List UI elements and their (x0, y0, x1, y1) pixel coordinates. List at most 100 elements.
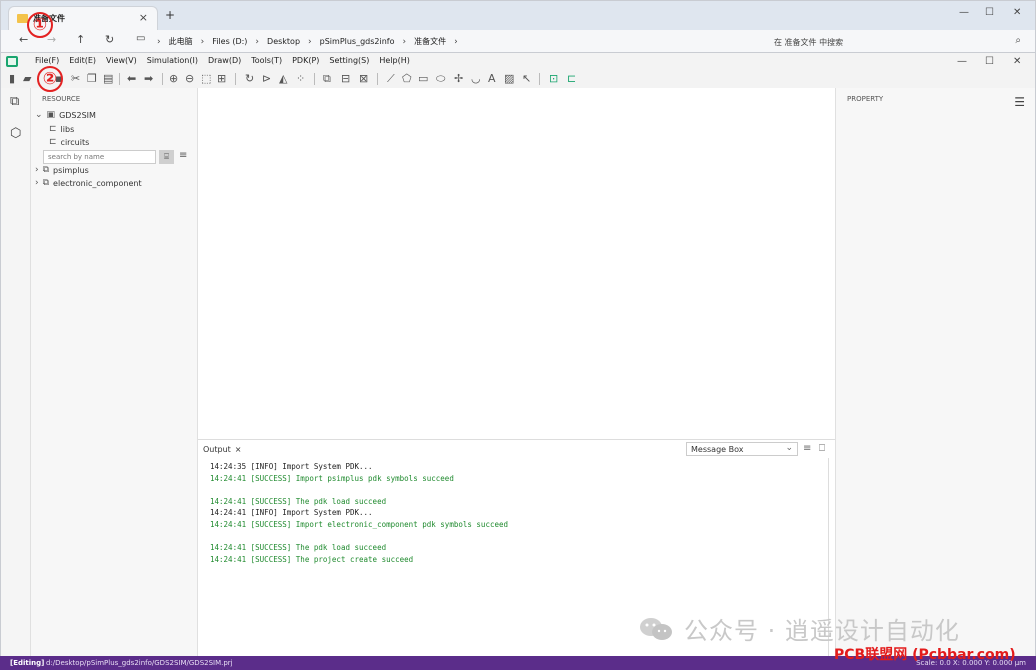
tree-folder-libs[interactable]: ⊏ libs (49, 124, 74, 134)
output-header: Output × Message Box ⌄ ≡ ⎕ (198, 440, 835, 458)
open-folder-icon[interactable]: ▰ (23, 72, 31, 85)
menu-view[interactable]: View(V) (106, 56, 137, 65)
draw-line-icon[interactable]: ⟋ (387, 72, 395, 86)
crumb-this-pc[interactable]: 此电脑 (169, 36, 193, 47)
library-icon: ⧉ (42, 165, 50, 175)
zoom-in-icon[interactable]: ⊕ (169, 72, 178, 85)
zoom-out-icon[interactable]: ⊖ (185, 72, 194, 85)
minimize-button[interactable]: — (959, 7, 969, 18)
files-icon[interactable]: ⧉ (10, 94, 19, 109)
project-icon: ▣ (46, 110, 56, 120)
crumb-project[interactable]: pSimPlus_gds2info (320, 37, 395, 46)
lock-icon[interactable]: ⎕ (819, 443, 825, 454)
menu-pdk[interactable]: PDK(P) (292, 56, 319, 65)
annotation-marker-2: ② (37, 66, 63, 92)
select-arrow-icon[interactable]: ↖ (522, 72, 531, 85)
chevron-down-icon: ⌄ (35, 110, 43, 120)
tab-output[interactable]: Output × (203, 445, 242, 454)
log-line: 14:24:41 [INFO] Import System PDK... (210, 508, 373, 518)
folder-outline-icon: ⊏ (49, 137, 57, 147)
menu-simulation[interactable]: Simulation(I) (147, 56, 198, 65)
text-icon[interactable]: A (488, 72, 496, 85)
rotate-icon[interactable]: ↻ (245, 72, 254, 85)
schematic-icon[interactable]: ⊟ (341, 72, 350, 85)
menu-file[interactable]: File(F) (35, 56, 59, 65)
copy-icon[interactable]: ❐ (87, 72, 97, 85)
menu-draw[interactable]: Draw(D) (208, 56, 241, 65)
draw-rectangle-icon[interactable]: ▭ (418, 72, 428, 85)
back-arrow-icon[interactable]: ← (19, 33, 28, 46)
explorer-tabbar: 准备文件 × + — ☐ ✕ (0, 0, 1036, 31)
draw-arc-icon[interactable]: ◡ (471, 72, 481, 85)
chevron-right-icon: › (35, 178, 39, 188)
resource-title: RESOURCE (42, 95, 81, 103)
close-icon[interactable]: × (235, 445, 242, 454)
property-list-icon[interactable]: ☰ (1014, 95, 1025, 109)
wechat-icon (640, 618, 672, 640)
pin-icon[interactable]: ✢ (454, 72, 463, 85)
new-tab-button[interactable]: + (165, 8, 175, 22)
close-window-button[interactable]: ✕ (1013, 7, 1021, 18)
cube-icon[interactable]: ⬡ (10, 126, 21, 141)
list-view-icon[interactable]: ≡ (179, 150, 187, 161)
explorer-address-bar: ← → ↑ ↻ ▭ › 此电脑 › Files (D:) › Desktop ›… (0, 30, 1036, 52)
fit-view-icon[interactable]: ⊞ (217, 72, 226, 85)
design-canvas[interactable] (198, 88, 835, 439)
app-maximize-button[interactable]: ☐ (985, 56, 994, 67)
symbol-icon[interactable]: ⧉ (323, 72, 331, 86)
cut-icon[interactable]: ✂ (71, 72, 80, 85)
tree-project[interactable]: ⌄ ▣ GDS2SIM (35, 110, 96, 120)
port-icon[interactable]: ⊏ (567, 72, 576, 85)
property-panel: PROPERTY ☰ (835, 88, 1035, 656)
library-icon: ⧉ (42, 178, 50, 188)
main-area: ⧉ ⬡ RESOURCE ⌄ ▣ GDS2SIM ⊏ libs ⊏ circui… (0, 88, 1036, 657)
app-menubar: File(F) Edit(E) View(V) Simulation(I) Dr… (0, 52, 1036, 70)
log-line: 14:24:41 [SUCCESS] Import electronic_com… (210, 519, 509, 529)
chevron-down-icon: ⌄ (785, 443, 793, 453)
app-close-button[interactable]: ✕ (1013, 56, 1021, 67)
annotation-marker-1: ① (27, 12, 53, 38)
menu-help[interactable]: Help(H) (379, 56, 410, 65)
crumb-drive[interactable]: Files (D:) (212, 37, 247, 46)
refresh-icon[interactable]: ↻ (105, 33, 114, 46)
search-icon: ⌕ (1015, 35, 1021, 46)
image-icon[interactable]: ▨ (504, 72, 514, 85)
resource-search-input[interactable]: search by name (43, 150, 156, 164)
log-line: 14:24:35 [INFO] Import System PDK... (210, 462, 373, 471)
tree-lib-electronic-component[interactable]: › ⧉ electronic_component (35, 178, 142, 188)
message-filter-select[interactable]: Message Box ⌄ (686, 442, 798, 456)
explorer-search-input[interactable]: 在 准备文件 中搜索 ⌕ (768, 33, 1029, 50)
app-minimize-button[interactable]: — (957, 56, 967, 67)
menu-edit[interactable]: Edit(E) (69, 56, 96, 65)
tree-folder-circuits[interactable]: ⊏ circuits (49, 137, 89, 147)
close-tab-icon[interactable]: × (139, 11, 148, 24)
log-line: 14:24:41 [SUCCESS] The pdk load succeed (210, 543, 387, 553)
maximize-button[interactable]: ☐ (985, 7, 994, 18)
clear-log-icon[interactable]: ≡ (803, 443, 811, 454)
component-icon[interactable]: ⊡ (549, 72, 558, 85)
site-watermark: PCB联盟网 (Pcbbar.com) (834, 647, 1016, 663)
menu-tools[interactable]: Tools(T) (251, 56, 282, 65)
netlist-icon[interactable]: ⊠ (359, 72, 368, 85)
filter-button[interactable]: ⌸ (159, 150, 174, 164)
tree-lib-psimplus[interactable]: › ⧉ psimplus (35, 165, 89, 175)
app-logo-icon (6, 56, 18, 67)
draw-polygon-icon[interactable]: ⬠ (402, 72, 412, 85)
draw-ellipse-icon[interactable]: ⬭ (436, 72, 445, 86)
align-icon[interactable]: ⁘ (296, 72, 305, 85)
flip-horizontal-icon[interactable]: ⊳ (262, 72, 271, 85)
paste-icon[interactable]: ▤ (103, 72, 113, 85)
crumb-desktop[interactable]: Desktop (267, 37, 300, 46)
crumb-folder[interactable]: 准备文件 (414, 36, 446, 47)
watermark-text: 公众号 · 逍遥设计自动化 (684, 617, 960, 645)
zoom-area-icon[interactable]: ⬚ (201, 72, 211, 85)
new-file-icon[interactable]: ▮ (9, 72, 15, 85)
undo-icon[interactable]: ⬅ (127, 72, 136, 85)
menu-setting[interactable]: Setting(S) (329, 56, 369, 65)
redo-icon[interactable]: ➡ (144, 72, 153, 85)
flip-vertical-icon[interactable]: ◭ (279, 72, 287, 85)
output-log: 14:24:35 [INFO] Import System PDK... 14:2… (210, 461, 508, 565)
up-arrow-icon[interactable]: ↑ (76, 33, 85, 46)
log-line: 14:24:41 [SUCCESS] The project create su… (210, 554, 414, 564)
